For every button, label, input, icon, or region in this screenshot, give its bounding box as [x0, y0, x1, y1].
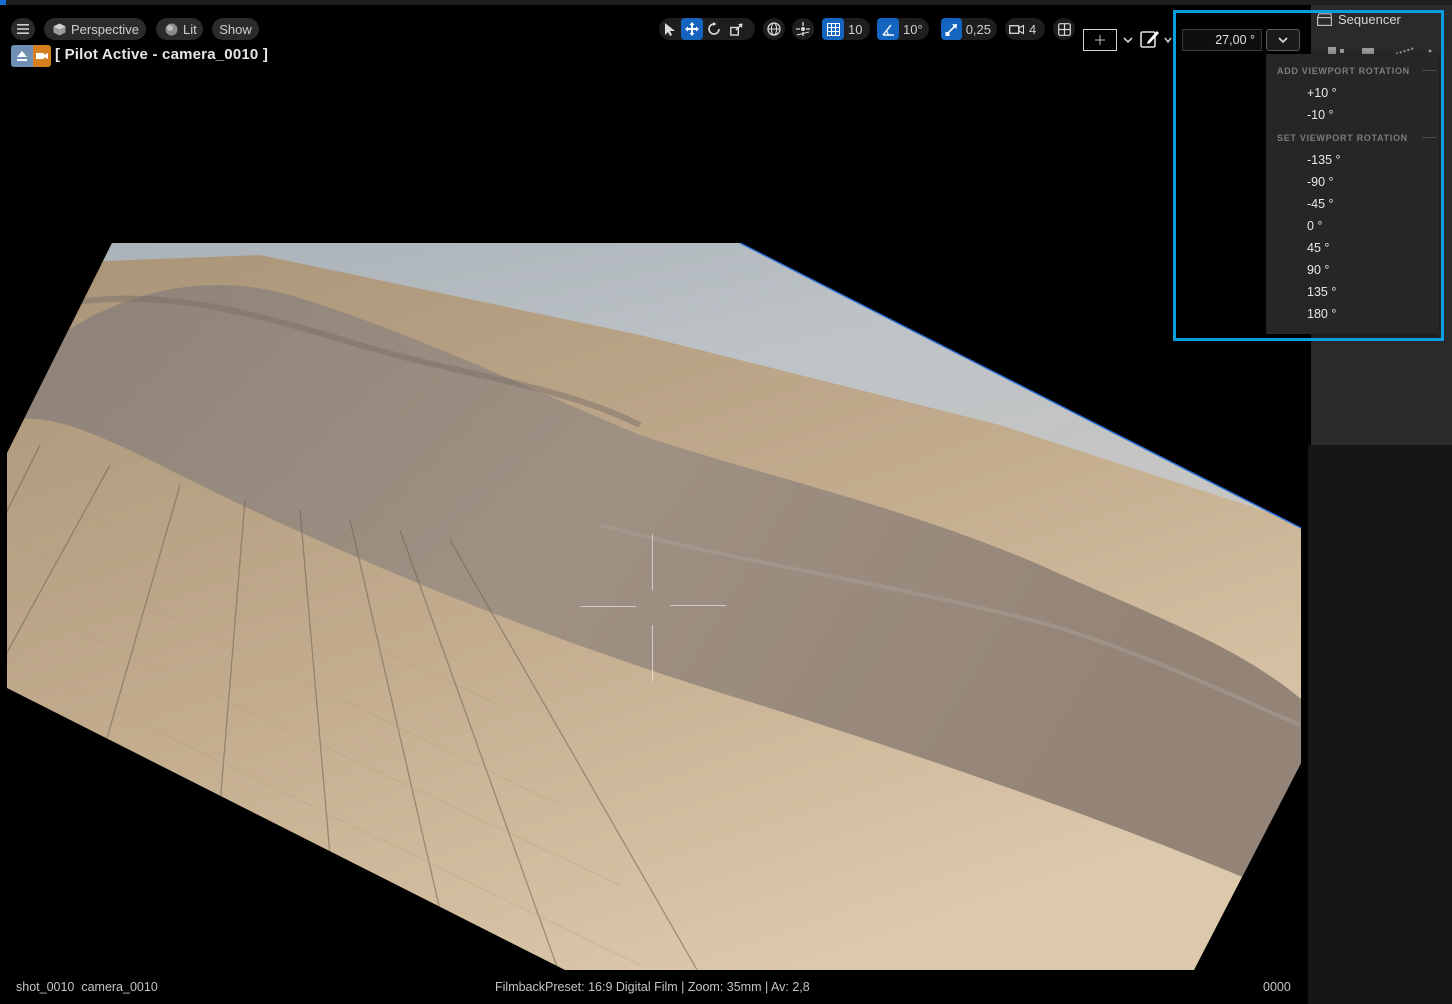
- edit-roll-button[interactable]: [1138, 27, 1162, 51]
- crosshair-mini-icon: [1095, 35, 1105, 45]
- scene-render: [7, 242, 1302, 970]
- scale-snap-toggle[interactable]: [941, 18, 962, 40]
- grid-snap-toggle[interactable]: [822, 18, 844, 40]
- pilot-active-label: [ Pilot Active - camera_0010 ]: [55, 46, 269, 63]
- add-rotation-section-label: ADD VIEWPORT ROTATION: [1277, 66, 1410, 76]
- grid-snap-value: 10: [848, 21, 863, 37]
- edit-pencil-icon: [1140, 31, 1159, 48]
- scale-icon: [729, 23, 742, 36]
- camera-speed-value: 4: [1029, 21, 1037, 37]
- rotation-snap-button[interactable]: 10°: [877, 18, 929, 40]
- rotation-snap-toggle[interactable]: [877, 18, 899, 40]
- set-rotation-minus-135[interactable]: -135 °: [1307, 153, 1341, 167]
- transform-tools: [659, 18, 755, 40]
- clapperboard-icon: [1317, 13, 1333, 27]
- perspective-label: Perspective: [71, 21, 139, 37]
- scale-snap-icon: [945, 23, 957, 36]
- layout-button[interactable]: [1053, 18, 1075, 40]
- set-rotation-45[interactable]: 45 °: [1307, 241, 1329, 255]
- shot-camera-label: shot_0010 camera_0010: [16, 980, 158, 994]
- crosshair-left: [580, 606, 636, 607]
- select-tool-button[interactable]: [659, 18, 681, 40]
- sequencer-toolbar-stub: [1326, 42, 1436, 55]
- crosshair-bottom: [652, 625, 653, 681]
- scale-tool-button[interactable]: [725, 18, 747, 40]
- menu-section-divider: [1422, 70, 1436, 71]
- chevron-down-icon: [1278, 37, 1288, 43]
- add-rotation-minus-10[interactable]: -10 °: [1307, 108, 1334, 122]
- viewport-rotation-menu: ADD VIEWPORT ROTATION +10 ° -10 ° SET VI…: [1266, 54, 1439, 334]
- coordinate-system-button[interactable]: [763, 18, 785, 40]
- camera-speed-button[interactable]: 4: [1005, 18, 1045, 40]
- scale-snap-button[interactable]: 0,25: [941, 18, 997, 40]
- chevron-down-icon: [1164, 37, 1172, 43]
- safe-frame-toggle[interactable]: [1083, 29, 1117, 51]
- translate-tool-button[interactable]: [681, 18, 703, 40]
- crosshair-right: [670, 605, 726, 606]
- translate-icon: [685, 22, 699, 36]
- globe-icon: [767, 22, 781, 36]
- viewport-rotation-dropdown-button[interactable]: [1266, 29, 1300, 51]
- show-button[interactable]: Show: [212, 18, 259, 40]
- set-rotation-135[interactable]: 135 °: [1307, 285, 1336, 299]
- frame-counter: 0000: [1263, 980, 1291, 994]
- select-arrow-icon: [665, 22, 675, 36]
- lit-label: Lit: [183, 21, 197, 37]
- menu-section-divider: [1422, 137, 1436, 138]
- surface-snap-icon: [796, 22, 810, 36]
- perspective-button[interactable]: Perspective: [44, 18, 146, 40]
- pilot-eject-icon[interactable]: [11, 45, 33, 67]
- set-rotation-90[interactable]: 90 °: [1307, 263, 1329, 277]
- camera-speed-icon-wrap: [1005, 18, 1027, 40]
- level-viewport[interactable]: [0, 5, 1308, 1004]
- rotation-snap-value: 10°: [903, 21, 923, 37]
- grid-snap-button[interactable]: 10: [822, 18, 870, 40]
- lit-button[interactable]: Lit: [156, 18, 203, 40]
- viewport-options-button[interactable]: [11, 18, 35, 40]
- set-rotation-minus-45[interactable]: -45 °: [1307, 197, 1334, 211]
- rotate-tool-button[interactable]: [703, 18, 725, 40]
- set-rotation-section-label: SET VIEWPORT ROTATION: [1277, 133, 1408, 143]
- hamburger-icon: [16, 22, 30, 36]
- scale-snap-value: 0,25: [965, 21, 991, 37]
- crosshair-top: [652, 534, 653, 590]
- grid-snap-icon: [826, 22, 840, 36]
- camera-frame: [7, 243, 1301, 970]
- set-rotation-minus-90[interactable]: -90 °: [1307, 175, 1334, 189]
- filmback-info: FilmbackPreset: 16:9 Digital Film | Zoom…: [495, 980, 810, 994]
- surface-snap-button[interactable]: [792, 18, 814, 40]
- rotate-icon: [708, 22, 720, 35]
- camera-icon: [33, 45, 51, 67]
- safe-frame-dropdown[interactable]: [1121, 32, 1135, 48]
- camera-speed-icon: [1008, 24, 1024, 34]
- chevron-down-icon: [1123, 37, 1133, 43]
- pilot-controls: [11, 45, 51, 67]
- sequencer-panel-lower: [1308, 445, 1452, 1004]
- show-label: Show: [219, 21, 252, 37]
- lit-sphere-icon: [164, 22, 178, 36]
- set-rotation-0[interactable]: 0 °: [1307, 219, 1322, 233]
- sequencer-title: Sequencer: [1338, 12, 1401, 27]
- layout-icon: [1057, 22, 1071, 36]
- viewport-rotation-input[interactable]: 27,00 °: [1182, 29, 1262, 51]
- angle-snap-icon: [881, 24, 894, 36]
- edit-roll-dropdown[interactable]: [1164, 32, 1174, 48]
- cube-icon: [52, 22, 66, 36]
- add-rotation-plus-10[interactable]: +10 °: [1307, 86, 1337, 100]
- set-rotation-180[interactable]: 180 °: [1307, 307, 1336, 321]
